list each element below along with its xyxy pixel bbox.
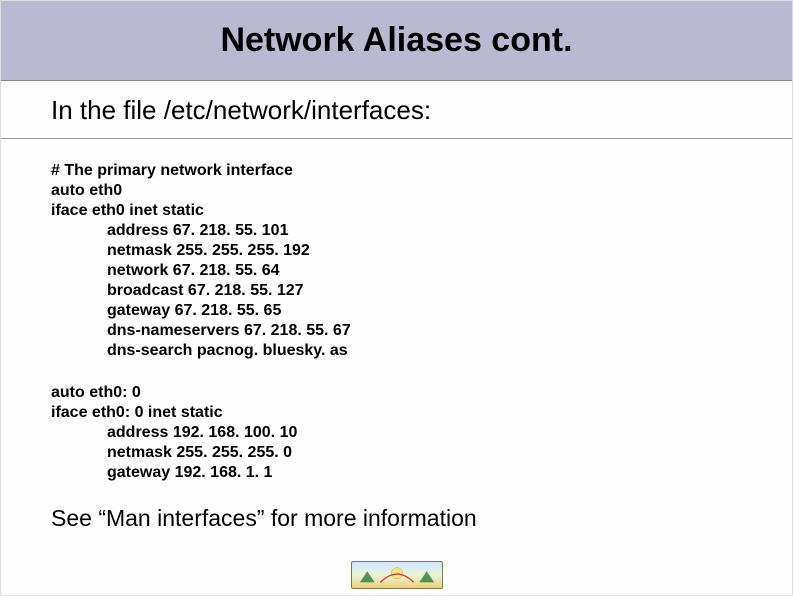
cfg-line: gateway 67. 218. 55. 65 <box>51 301 752 321</box>
cfg-line: address 192. 168. 100. 10 <box>51 423 752 443</box>
cfg-comment: # The primary network interface <box>51 162 293 179</box>
cfg-line: dns-search pacnog. bluesky. as <box>51 341 752 361</box>
logo-icon <box>352 562 442 588</box>
slide-title: Network Aliases cont. <box>220 21 572 60</box>
cfg-iface: iface eth0: 0 inet static <box>51 404 223 421</box>
cfg-auto: auto eth0: 0 <box>51 384 141 401</box>
cfg-line: dns-nameservers 67. 218. 55. 67 <box>51 321 752 341</box>
subhead-row: In the file /etc/network/interfaces: <box>1 81 792 139</box>
cfg-line: network 67. 218. 55. 64 <box>51 261 752 281</box>
cfg-line: broadcast 67. 218. 55. 127 <box>51 281 752 301</box>
cfg-iface: iface eth0 inet static <box>51 202 204 219</box>
slide: Network Aliases cont. In the file /etc/n… <box>0 0 793 596</box>
footer-logo <box>351 561 443 589</box>
closing-text: See “Man interfaces” for more informatio… <box>51 505 752 532</box>
cfg-line: gateway 192. 168. 1. 1 <box>51 463 752 483</box>
title-bar: Network Aliases cont. <box>1 1 792 81</box>
content-area: # The primary network interface auto eth… <box>1 139 792 532</box>
cfg-line: netmask 255. 255. 255. 0 <box>51 443 752 463</box>
config-block-alias: auto eth0: 0 iface eth0: 0 inet static a… <box>51 383 752 483</box>
subhead-text: In the file /etc/network/interfaces: <box>51 95 752 126</box>
cfg-line: netmask 255. 255. 255. 192 <box>51 241 752 261</box>
cfg-line: address 67. 218. 55. 101 <box>51 221 752 241</box>
config-block-primary: # The primary network interface auto eth… <box>51 161 752 361</box>
cfg-auto: auto eth0 <box>51 182 122 199</box>
